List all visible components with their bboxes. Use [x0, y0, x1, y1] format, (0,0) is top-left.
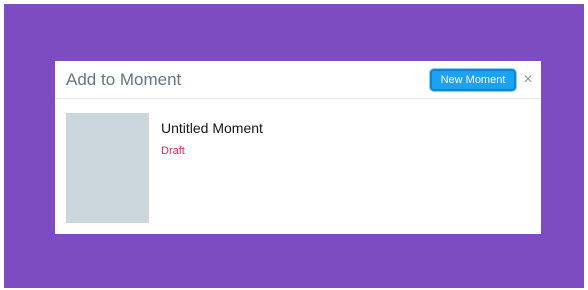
close-icon[interactable]: ×: [521, 70, 535, 90]
moment-thumbnail: [66, 113, 149, 223]
dialog-header: Add to Moment New Moment ×: [55, 61, 541, 99]
dialog-title: Add to Moment: [66, 70, 182, 89]
add-to-moment-dialog: Add to Moment New Moment × Untitled Mome…: [55, 61, 541, 234]
moment-status-badge: Draft: [161, 145, 185, 157]
moment-list-item[interactable]: Untitled Moment Draft: [55, 99, 541, 234]
moment-title: Untitled Moment: [161, 120, 263, 136]
new-moment-button[interactable]: New Moment: [430, 69, 516, 91]
